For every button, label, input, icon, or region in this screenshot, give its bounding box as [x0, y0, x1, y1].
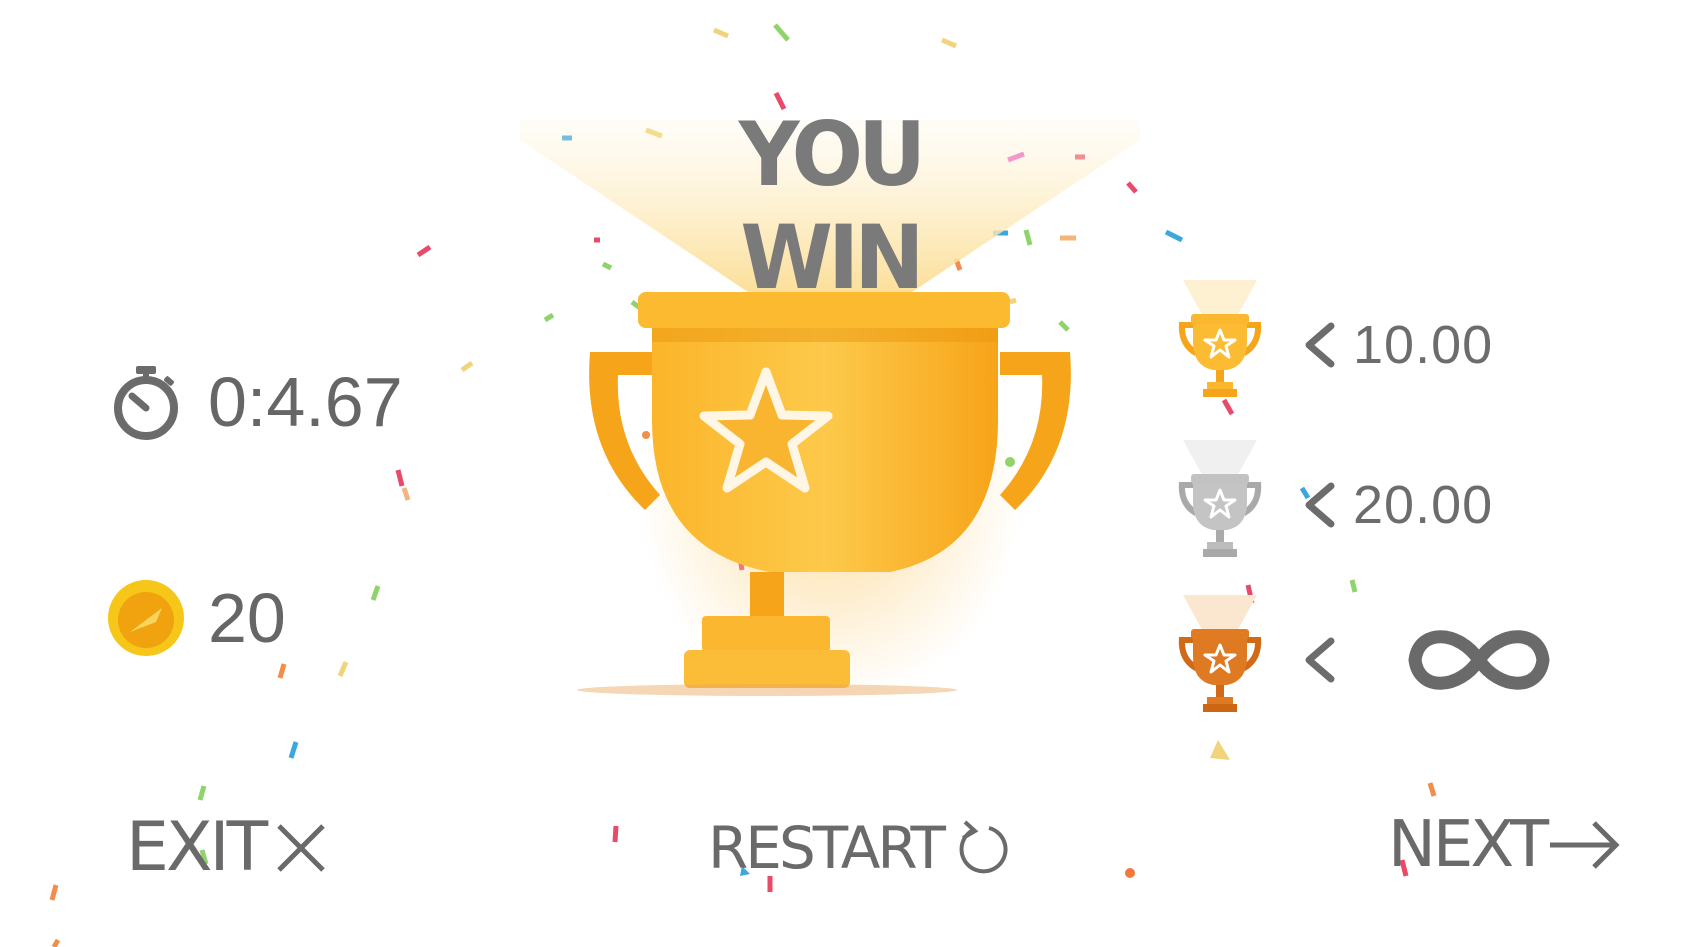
arrow-right-icon [1550, 821, 1620, 869]
less-than-icon [1305, 322, 1335, 368]
less-than-icon [1305, 637, 1335, 683]
restart-label: RESTART [708, 814, 946, 882]
rank-gold: 10.00 [1165, 280, 1493, 410]
close-icon [277, 823, 325, 872]
win-title: YOU WIN [738, 103, 926, 309]
restart-icon [959, 820, 1008, 874]
silver-threshold: 20.00 [1353, 475, 1494, 535]
bronze-trophy-icon [1178, 595, 1262, 712]
coin-count: 20 [106, 578, 286, 658]
time-value: 0:4.67 [208, 363, 403, 441]
stopwatch-icon [106, 362, 186, 442]
next-label: NEXT [1388, 808, 1549, 882]
restart-button[interactable]: RESTART [708, 814, 1011, 882]
silver-trophy-icon [1178, 440, 1262, 557]
less-than-icon [1305, 482, 1335, 528]
rank-bronze [1165, 595, 1559, 725]
rank-silver: 20.00 [1165, 440, 1493, 570]
exit-label: EXIT [126, 808, 268, 887]
coin-icon [106, 578, 186, 658]
gold-threshold: 10.00 [1353, 315, 1494, 375]
gold-trophy-icon [1178, 280, 1262, 397]
coins-value: 20 [208, 579, 286, 657]
next-button[interactable]: NEXT [1388, 808, 1622, 882]
exit-button[interactable]: EXIT [126, 808, 331, 887]
infinity-icon [1408, 630, 1550, 690]
elapsed-time: 0:4.67 [106, 362, 403, 442]
win-screen: YOU WIN 0:4.67 20 10.00 20.00 EXIT RESTA… [0, 0, 1684, 947]
